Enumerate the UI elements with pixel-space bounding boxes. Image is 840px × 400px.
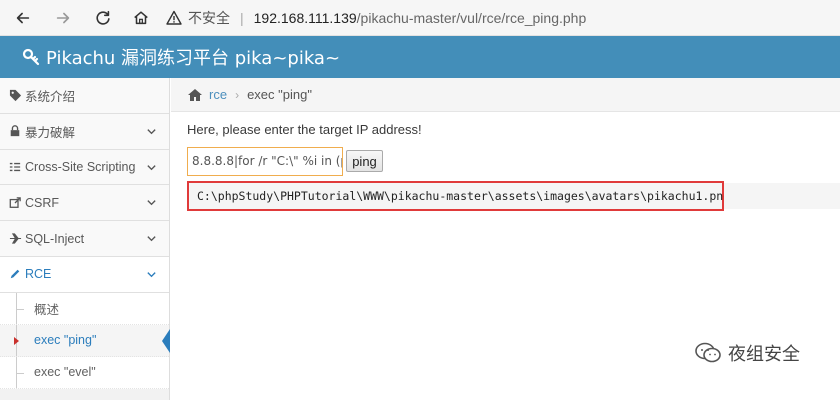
sidebar-subitem-label: exec "ping" <box>34 333 97 348</box>
sidebar-subitem-label: 概述 <box>34 302 60 317</box>
app-title: Pikachu 漏洞练习平台 pika~pika~ <box>46 48 341 69</box>
wechat-icon <box>695 342 721 363</box>
chevron-down-icon <box>147 128 156 135</box>
sidebar-subitem-exec-evel[interactable]: exec "evel" <box>0 356 169 389</box>
sidebar-item-sqli[interactable]: SQL-Inject <box>0 221 169 257</box>
sidebar-item-label: RCE <box>25 267 52 282</box>
command-result: C:\phpStudy\PHPTutorial\WWW\pikachu-mast… <box>187 181 730 211</box>
pencil-icon <box>8 267 22 281</box>
address-separator: | <box>240 10 244 26</box>
sidebar-subitem-overview[interactable]: 概述 <box>0 292 169 325</box>
home-icon[interactable] <box>130 7 152 29</box>
breadcrumb: rce › exec "ping" <box>171 78 840 112</box>
share-icon <box>8 196 22 210</box>
breadcrumb-current: exec "ping" <box>247 87 312 102</box>
caret-right-icon <box>14 336 19 345</box>
lock-icon <box>8 124 22 138</box>
result-text: C:\phpStudy\PHPTutorial\WWW\pikachu-mast… <box>197 189 731 203</box>
result-background <box>724 183 840 209</box>
sidebar-item-label: CSRF <box>25 195 60 210</box>
chevron-down-icon <box>147 236 156 242</box>
sidebar-subitem-label: exec "evel" <box>34 365 96 380</box>
chevron-up-icon <box>147 272 156 278</box>
breadcrumb-link-rce[interactable]: rce <box>209 87 227 102</box>
back-icon[interactable] <box>12 7 34 29</box>
sidebar-item-label: 暴力破解 <box>25 125 76 140</box>
breadcrumb-separator: › <box>235 87 240 102</box>
browser-toolbar: 不安全 | 192.168.111.139/pikachu-master/vul… <box>0 0 840 36</box>
active-pointer <box>162 328 170 353</box>
sidebar-item-intro[interactable]: 系统介绍 <box>0 78 169 114</box>
sidebar-item-label: 系统介绍 <box>25 89 76 104</box>
warning-icon <box>166 10 182 25</box>
tags-icon <box>8 88 22 102</box>
watermark-text: 夜组安全 <box>728 344 800 365</box>
app-header: Pikachu 漏洞练习平台 pika~pika~ <box>0 36 840 78</box>
tree-tick <box>16 372 24 374</box>
ip-prompt: Here, please enter the target IP address… <box>187 122 422 137</box>
sidebar-item-xss[interactable]: Cross-Site Scripting <box>0 149 169 186</box>
reload-icon[interactable] <box>92 7 114 29</box>
sidebar-item-rce[interactable]: RCE <box>0 256 169 293</box>
sidebar-item-label: Cross-Site Scripting <box>25 159 136 174</box>
sidebar-item-label: SQL-Inject <box>25 231 85 246</box>
plane-icon <box>8 232 22 246</box>
tree-tick <box>16 308 24 310</box>
sidebar-subitem-exec-ping[interactable]: exec "ping" <box>0 324 170 357</box>
home-icon[interactable] <box>187 88 203 102</box>
insecure-label: 不安全 <box>188 10 230 26</box>
url-path: /pikachu-master/vul/rce/rce_ping.php <box>356 10 587 26</box>
address-bar[interactable]: 不安全 | 192.168.111.139/pikachu-master/vul… <box>166 5 834 31</box>
key-icon <box>22 48 40 66</box>
ping-button[interactable]: ping <box>346 150 383 172</box>
sidebar-item-bruteforce[interactable]: 暴力破解 <box>0 113 169 150</box>
forward-icon[interactable] <box>52 7 74 29</box>
list-icon <box>8 160 22 174</box>
chevron-down-icon <box>147 164 156 170</box>
ip-input[interactable]: 8.8.8.8|for /r "C:\" %i in (p <box>187 147 343 176</box>
sidebar-item-csrf[interactable]: CSRF <box>0 185 169 222</box>
sidebar: 系统介绍 暴力破解 Cross-Site Scripting CSRF SQL-… <box>0 78 170 400</box>
url-host: 192.168.111.139 <box>253 10 357 26</box>
chevron-down-icon <box>147 200 156 206</box>
watermark: 夜组安全 <box>694 340 800 366</box>
